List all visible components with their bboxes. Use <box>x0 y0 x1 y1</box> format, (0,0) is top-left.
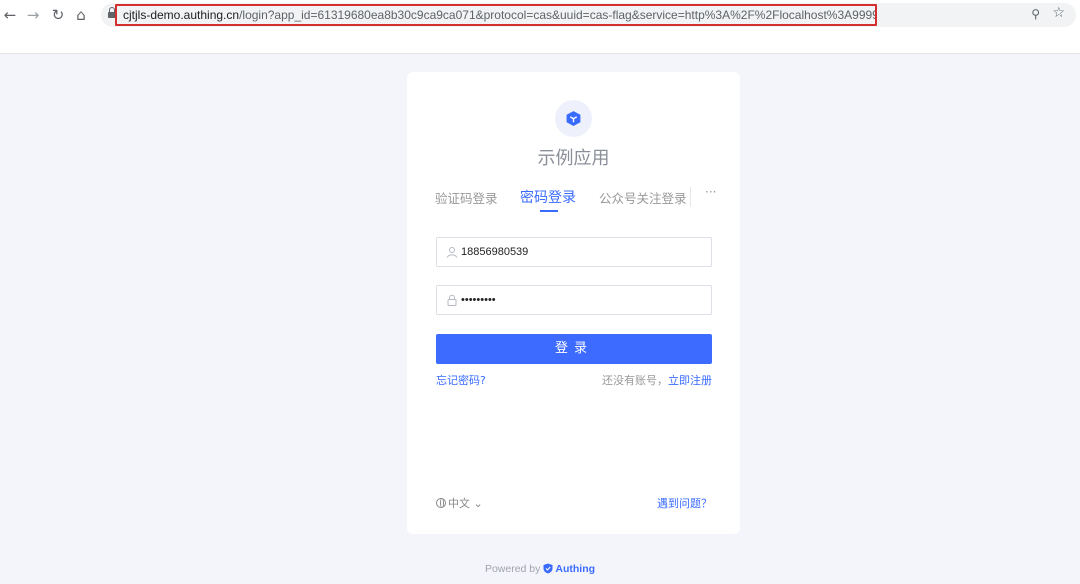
authing-brand[interactable]: Authing <box>555 563 595 575</box>
language-selector[interactable]: 中文 ⌄ <box>436 495 483 511</box>
tab-wechat-follow-login[interactable]: 公众号关注登录 <box>599 188 687 207</box>
user-icon <box>447 247 457 258</box>
shield-icon <box>543 563 553 574</box>
url-highlight-box[interactable]: cjtjls-demo.authing.cn/login?app_id=6131… <box>115 4 877 26</box>
app-logo <box>555 100 592 137</box>
register-link[interactable]: 立即注册 <box>668 374 712 387</box>
password-input[interactable] <box>461 290 701 310</box>
cube-logo-icon <box>566 111 581 126</box>
url-host: cjtjls-demo.authing.cn <box>123 8 240 22</box>
address-bar[interactable]: cjtjls-demo.authing.cn/login?app_id=6131… <box>101 3 1076 27</box>
username-input[interactable] <box>461 242 701 262</box>
powered-by: Powered by Authing <box>0 563 1080 575</box>
key-icon[interactable]: ⚲ <box>1031 7 1040 21</box>
app-name: 示例应用 <box>537 148 610 169</box>
register-prompt: 还没有账号，立即注册 <box>602 372 712 388</box>
tabs-divider <box>690 187 691 207</box>
lock-icon <box>447 294 457 306</box>
password-field[interactable] <box>436 285 712 315</box>
login-card: 示例应用 验证码登录 密码登录 公众号关注登录 ··· 登录 忘记密码? 还没有… <box>407 72 740 534</box>
more-tabs-button[interactable]: ··· <box>705 185 716 199</box>
back-icon[interactable]: ← <box>0 5 20 25</box>
forgot-password-link[interactable]: 忘记密码? <box>436 372 486 388</box>
tab-sms-code-login[interactable]: 验证码登录 <box>435 188 498 207</box>
home-icon[interactable]: ⌂ <box>71 5 91 25</box>
username-field[interactable] <box>436 237 712 267</box>
url-path: /login?app_id=61319680ea8b30c9ca9ca071&p… <box>239 8 877 22</box>
reload-icon[interactable]: ↻ <box>48 5 68 25</box>
star-icon[interactable]: ☆ <box>1052 5 1065 21</box>
language-label: 中文 <box>448 497 470 510</box>
powered-by-text: Powered by <box>484 563 541 575</box>
login-button[interactable]: 登录 <box>436 334 712 364</box>
help-link[interactable]: 遇到问题？ <box>657 495 712 511</box>
forward-icon[interactable]: → <box>23 5 43 25</box>
tab-password-login[interactable]: 密码登录 <box>520 187 576 207</box>
chevron-down-icon: ⌄ <box>470 497 483 510</box>
login-tabs: 验证码登录 密码登录 公众号关注登录 ··· <box>435 185 720 216</box>
active-tab-indicator <box>540 210 558 212</box>
browser-toolbar: ← → ↻ ⌂ cjtjls-demo.authing.cn/login?app… <box>0 0 1080 54</box>
globe-icon <box>436 498 446 508</box>
no-account-text: 还没有账号， <box>602 374 668 387</box>
